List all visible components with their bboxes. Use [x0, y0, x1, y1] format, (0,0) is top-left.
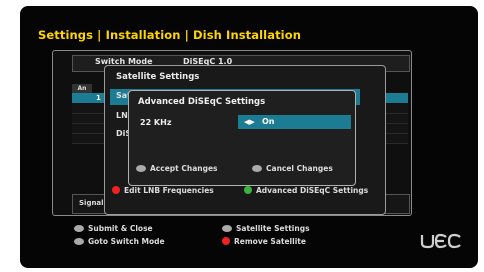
signal-label: Signal	[79, 199, 104, 207]
advanced-diseqc-title: Advanced DiSEqC Settings	[138, 97, 266, 107]
switch-button-icon	[74, 237, 84, 245]
cancel-changes-button[interactable]: Cancel Changes	[252, 164, 333, 173]
red-button-icon	[112, 186, 120, 194]
goto-switch-label: Goto Switch Mode	[88, 237, 165, 246]
khz-label: 22 KHz	[140, 118, 172, 127]
advanced-diseqc-option[interactable]: Advanced DiSEqC Settings	[244, 186, 368, 195]
settings-button-icon	[222, 224, 232, 232]
left-right-arrows-icon: ◀▶	[244, 118, 255, 126]
uec-logo-mark	[420, 233, 461, 249]
submit-close-label: Submit & Close	[88, 224, 153, 233]
edit-lnb-frequencies-option[interactable]: Edit LNB Frequencies	[112, 186, 214, 195]
ok-button-icon	[74, 224, 84, 232]
satellite-settings-title: Satellite Settings	[116, 72, 200, 82]
ok-button-icon	[136, 164, 146, 172]
satellite-row-number: 1	[96, 94, 101, 102]
advanced-diseqc-label: Advanced DiSEqC Settings	[256, 186, 369, 195]
page-title: Settings | Installation | Dish Installat…	[38, 28, 301, 42]
uec-logo	[420, 233, 462, 253]
goto-switch-mode-hint[interactable]: Goto Switch Mode	[74, 237, 165, 246]
back-button-icon	[252, 164, 262, 172]
satellite-settings-hint-label: Satellite Settings	[236, 224, 310, 233]
accept-changes-label: Accept Changes	[150, 164, 218, 173]
remove-satellite-hint[interactable]: Remove Satellite	[222, 237, 306, 246]
cancel-changes-label: Cancel Changes	[266, 164, 333, 173]
remove-satellite-label: Remove Satellite	[234, 237, 306, 246]
khz-value: On	[262, 117, 275, 126]
green-button-icon	[244, 186, 252, 194]
satellite-settings-hint[interactable]: Satellite Settings	[222, 224, 310, 233]
submit-close-hint[interactable]: Submit & Close	[74, 224, 153, 233]
edit-lnb-label: Edit LNB Frequencies	[124, 186, 214, 195]
red-button-icon	[222, 237, 230, 245]
accept-changes-button[interactable]: Accept Changes	[136, 164, 218, 173]
khz-selector[interactable]: ◀▶ On	[238, 115, 351, 129]
